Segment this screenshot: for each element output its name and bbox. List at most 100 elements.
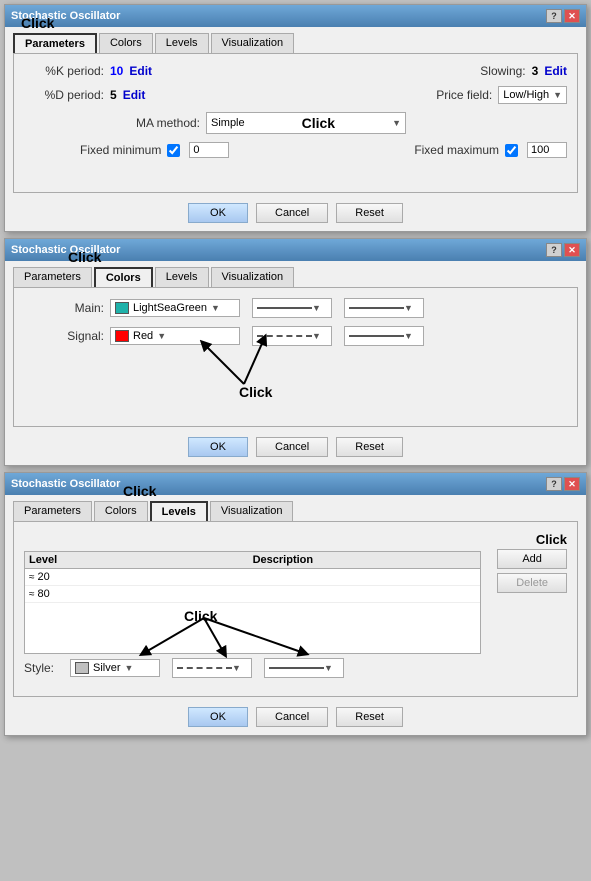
cancel-button-2[interactable]: Cancel: [256, 437, 328, 457]
tab-visualization-3[interactable]: Visualization: [210, 501, 294, 521]
main-line-width-arrow-icon: ▼: [404, 303, 413, 313]
colors-arrows-svg: [144, 324, 444, 404]
titlebar-buttons-2: ? ✕: [546, 243, 580, 257]
titlebar-title-3: Stochastic Oscillator: [11, 478, 120, 490]
signal-color-swatch: [115, 330, 129, 342]
tab-levels-1[interactable]: Levels: [155, 33, 209, 53]
dialog-colors: Stochastic Oscillator ? ✕ Click Paramete…: [4, 238, 587, 466]
slowing-edit[interactable]: Edit: [544, 64, 567, 78]
main-line-width[interactable]: ▼: [344, 298, 424, 318]
style-line-style[interactable]: ▼: [172, 658, 252, 678]
style-color-dropdown[interactable]: Silver ▼: [70, 659, 160, 677]
levels-empty-space: [25, 603, 480, 653]
style-line-width[interactable]: ▼: [264, 658, 344, 678]
titlebar-title-2: Stochastic Oscillator: [11, 244, 120, 256]
cancel-button-3[interactable]: Cancel: [256, 707, 328, 727]
help-button-2[interactable]: ?: [546, 243, 562, 257]
style-line-width-arrow-icon: ▼: [324, 663, 333, 673]
levels-table: Level Description ≈ 20 ≈: [24, 551, 481, 654]
main-line-style[interactable]: ▼: [252, 298, 332, 318]
reset-button-1[interactable]: Reset: [336, 203, 403, 223]
fixedmax-label: Fixed maximum: [414, 143, 499, 157]
tab-colors-3[interactable]: Colors: [94, 501, 148, 521]
titlebar-levels: Stochastic Oscillator ? ✕: [5, 473, 586, 495]
level-row-20[interactable]: ≈ 20: [25, 569, 480, 586]
kperiod-label: %K period:: [24, 64, 104, 78]
close-button-3[interactable]: ✕: [564, 477, 580, 491]
main-color-name: LightSeaGreen: [133, 302, 207, 314]
ok-button-1[interactable]: OK: [188, 203, 248, 223]
style-line-dashed-icon: [177, 667, 232, 669]
ok-button-3[interactable]: OK: [188, 707, 248, 727]
slowing-label: Slowing:: [446, 64, 526, 78]
delete-button[interactable]: Delete: [497, 573, 567, 593]
level-20-cell: ≈ 20: [29, 571, 253, 583]
close-button[interactable]: ✕: [564, 9, 580, 23]
tab-parameters[interactable]: Parameters: [13, 33, 97, 53]
fixedmax-input[interactable]: [527, 142, 567, 158]
slowing-value: 3: [532, 64, 539, 78]
mamethod-label: MA method:: [130, 116, 200, 130]
mamethod-value: Simple: [211, 117, 245, 129]
dperiod-edit[interactable]: Edit: [123, 88, 146, 102]
fixedminmax-row: Fixed minimum Fixed maximum: [24, 142, 567, 158]
level-80-icon: ≈: [29, 589, 35, 600]
level-20-icon: ≈: [29, 572, 35, 583]
levels-side-buttons: Add Delete: [497, 549, 567, 654]
kperiod-value: 10: [110, 64, 123, 78]
main-color-dropdown[interactable]: LightSeaGreen ▼: [110, 299, 240, 317]
colors-panel: Main: LightSeaGreen ▼ ▼ ▼ Signal:: [13, 287, 578, 427]
style-row: Style: Silver ▼ ▼ ▼: [24, 658, 567, 678]
kperiod-edit[interactable]: Edit: [129, 64, 152, 78]
kperiod-row: %K period: 10 Edit Slowing: 3 Edit: [24, 64, 567, 78]
fixedmin-input[interactable]: [189, 142, 229, 158]
dperiod-row: %D period: 5 Edit Price field: Low/High …: [24, 86, 567, 104]
level-80-cell: ≈ 80: [29, 588, 253, 600]
main-line-arrow-icon: ▼: [312, 303, 321, 313]
click-annotation-add: Click: [24, 532, 567, 547]
signal-label: Signal:: [24, 329, 104, 343]
tab-visualization-2[interactable]: Visualization: [211, 267, 295, 287]
style-label: Style:: [24, 661, 64, 675]
tab-visualization-1[interactable]: Visualization: [211, 33, 295, 53]
fixedmax-checkbox[interactable]: [505, 144, 518, 157]
levels-table-area: Level Description ≈ 20 ≈: [24, 549, 481, 654]
close-button-2[interactable]: ✕: [564, 243, 580, 257]
titlebar-buttons: ? ✕: [546, 9, 580, 23]
mamethod-click-label: Click: [302, 115, 335, 131]
mamethod-dropdown[interactable]: Simple Click ▼: [206, 112, 406, 134]
description-header-cell: Description: [253, 554, 477, 566]
tab-colors-1[interactable]: Colors: [99, 33, 153, 53]
level-row-80[interactable]: ≈ 80: [25, 586, 480, 603]
tab-parameters-2[interactable]: Parameters: [13, 267, 92, 287]
reset-button-2[interactable]: Reset: [336, 437, 403, 457]
cancel-button-1[interactable]: Cancel: [256, 203, 328, 223]
help-button[interactable]: ?: [546, 9, 562, 23]
pricefield-value: Low/High: [503, 89, 549, 101]
dialog-levels: Stochastic Oscillator ? ✕ Click Paramete…: [4, 472, 587, 736]
mamethod-row: MA method: Simple Click ▼: [24, 112, 567, 134]
reset-button-3[interactable]: Reset: [336, 707, 403, 727]
help-button-3[interactable]: ?: [546, 477, 562, 491]
add-button[interactable]: Add: [497, 549, 567, 569]
tab-parameters-3[interactable]: Parameters: [13, 501, 92, 521]
style-color-swatch: [75, 662, 89, 674]
dperiod-value: 5: [110, 88, 117, 102]
tab-levels-2[interactable]: Levels: [155, 267, 209, 287]
ok-button-2[interactable]: OK: [188, 437, 248, 457]
tabs-levels: Parameters Colors Levels Visualization: [13, 501, 578, 521]
pricefield-label: Price field:: [412, 88, 492, 102]
parameters-content: Click Parameters Colors Levels Visualiza…: [5, 27, 586, 231]
click-annotation-params: Click: [21, 15, 54, 31]
click-annotation-style: Click: [184, 608, 217, 624]
titlebar-parameters: Stochastic Oscillator ? ✕: [5, 5, 586, 27]
tab-colors-2[interactable]: Colors: [94, 267, 153, 287]
fixedmin-checkbox[interactable]: [167, 144, 180, 157]
pricefield-arrow-icon: ▼: [553, 90, 562, 100]
main-label: Main:: [24, 301, 104, 315]
main-color-swatch: [115, 302, 129, 314]
tab-levels-3[interactable]: Levels: [150, 501, 208, 521]
pricefield-dropdown[interactable]: Low/High ▼: [498, 86, 567, 104]
main-color-arrow-icon: ▼: [211, 303, 220, 313]
buttons-row-3: OK Cancel Reset: [13, 707, 578, 727]
